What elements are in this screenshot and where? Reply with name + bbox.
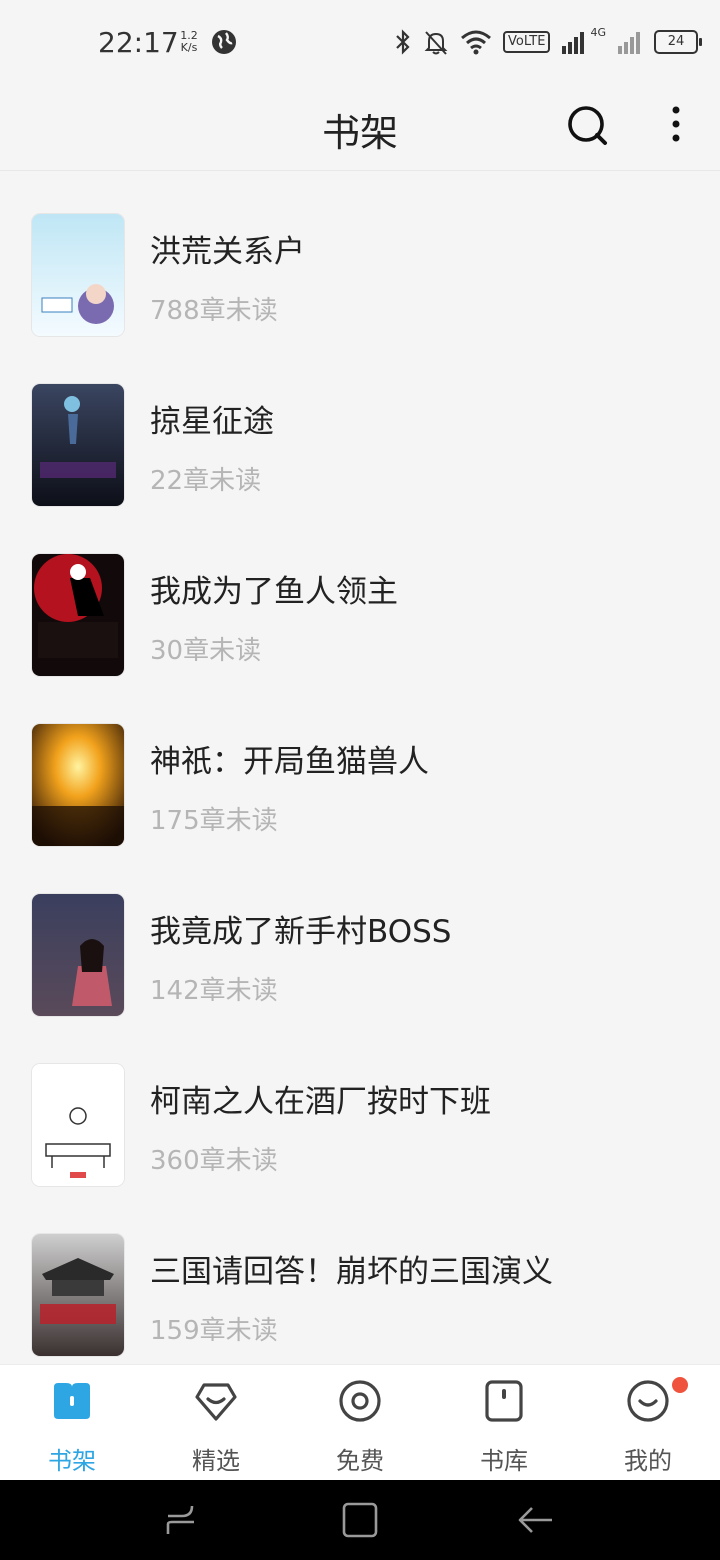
book-cover[interactable] [32,214,124,336]
book-title: 掠星征途 [150,404,274,440]
tab-label: 书库 [480,1447,528,1475]
notification-badge [672,1377,688,1393]
network-type: 4G [590,25,606,39]
book-title: 三国请回答！崩坏的三国演义 [150,1254,553,1290]
book-cover[interactable] [32,724,124,846]
more-vertical-icon[interactable] [664,104,688,148]
library-icon [485,1380,523,1422]
book-item[interactable]: 我成为了鱼人领主 30章未读 [0,512,720,682]
book-item[interactable]: 掠星征途 22章未读 [0,342,720,512]
tab-label: 书架 [48,1447,96,1475]
book-item[interactable]: 洪荒关系户 788章未读 [0,172,720,342]
unread-count: 30章未读 [150,636,262,666]
book-title: 我竟成了新手村BOSS [150,914,452,950]
page-title: 书架 [321,111,398,155]
unread-count: 159章未读 [150,1316,278,1346]
bottom-tab-bar: 书架 精选 免费 书库 我的 [0,1364,720,1481]
tab-label: 免费 [336,1447,384,1475]
network-speed: 1.2 K/s [180,29,198,54]
unread-count: 22章未读 [150,466,262,496]
book-cover[interactable] [32,1234,124,1356]
unread-count: 142章未读 [150,976,278,1006]
book-title: 柯南之人在酒厂按时下班 [150,1084,491,1120]
book-title: 我成为了鱼人领主 [150,574,398,610]
tab-library[interactable]: 书库 [432,1365,576,1481]
tab-profile[interactable]: 我的 [576,1365,720,1481]
tab-label: 我的 [624,1447,672,1475]
top-bar: 书架 [0,86,720,171]
home-icon[interactable] [340,1500,380,1540]
tab-label: 精选 [192,1447,240,1475]
status-icons: VoLTE 4G 24 [393,24,702,60]
tab-bookshelf[interactable]: 书架 [0,1365,144,1481]
book-cover[interactable] [32,894,124,1016]
bookshelf-list: 洪荒关系户 788章未读 掠星征途 22章未读 我成为了鱼人领主 30章未读 神… [0,172,720,1364]
book-title: 神祇：开局鱼猫兽人 [150,744,429,780]
tab-featured[interactable]: 精选 [144,1365,288,1481]
status-time: 22:17 [98,26,179,59]
book-item[interactable]: 三国请回答！崩坏的三国演义 159章未读 [0,1192,720,1362]
battery-indicator: 24 [654,30,702,54]
diamond-icon [195,1383,237,1421]
book-item[interactable]: 柯南之人在酒厂按时下班 360章未读 [0,1022,720,1192]
volte-indicator: VoLTE [503,31,551,53]
recent-apps-icon[interactable] [162,1500,202,1540]
mute-bell-icon [424,31,448,55]
globe-icon [212,30,236,54]
profile-smile-icon [627,1380,669,1422]
signal-secondary-icon [618,32,640,54]
unread-count: 175章未读 [150,806,278,836]
unread-count: 360章未读 [150,1146,278,1176]
back-icon[interactable] [516,1500,556,1540]
coin-icon [339,1380,381,1422]
tab-free[interactable]: 免费 [288,1365,432,1481]
book-cover[interactable] [32,384,124,506]
book-cover[interactable] [32,1064,124,1186]
status-bar: 22:17 1.2 K/s VoLTE 4G 24 [0,0,720,86]
wifi-icon [461,30,491,55]
search-icon[interactable] [566,104,608,146]
book-item[interactable]: 神祇：开局鱼猫兽人 175章未读 [0,682,720,852]
signal-icon [562,32,585,54]
book-item[interactable]: 我竟成了新手村BOSS 142章未读 [0,852,720,1022]
bluetooth-icon [396,29,410,55]
system-nav-bar [0,1480,720,1560]
book-title: 洪荒关系户 [150,234,305,270]
unread-count: 788章未读 [150,296,278,326]
bookshelf-icon [54,1383,90,1419]
book-cover[interactable] [32,554,124,676]
